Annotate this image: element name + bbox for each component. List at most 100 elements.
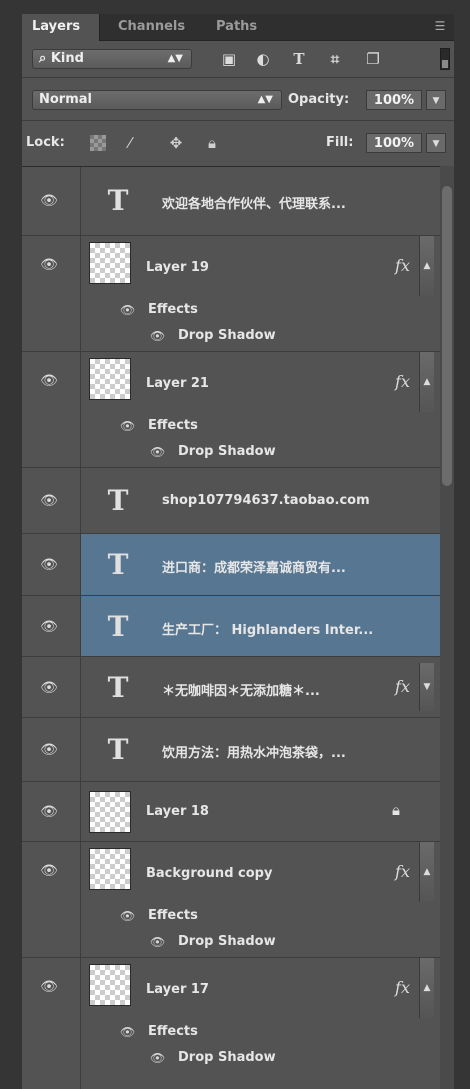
eye-icon[interactable]: 👁︎ xyxy=(120,304,138,316)
eye-icon[interactable]: 👁︎ xyxy=(39,374,59,388)
fx-icon[interactable]: fx xyxy=(395,978,410,997)
expand-effects-button[interactable]: ▼ xyxy=(419,663,434,711)
eye-icon[interactable]: 👁︎ xyxy=(39,805,59,819)
layer-name[interactable]: 进口商：成都荣泽嘉诚商贸有... xyxy=(162,557,346,576)
lock-position-icon[interactable]: ✥ xyxy=(166,133,186,153)
layer-filter-row: ⌕ Kind ▲▼ ▣ ◐ T ⌗ ❐ xyxy=(22,41,454,77)
eye-icon[interactable]: 👁︎ xyxy=(120,420,138,432)
adjustment-filter-icon[interactable]: ◐ xyxy=(252,50,274,68)
effects-label: Effects xyxy=(148,302,198,317)
layers-scrollbar[interactable] xyxy=(440,166,454,1089)
layer-name[interactable]: 饮用方法：用热水冲泡茶袋，... xyxy=(162,742,346,761)
text-layer-icon: T xyxy=(107,484,129,517)
layer-thumbnail xyxy=(89,358,131,400)
filter-kind-select[interactable]: ⌕ Kind ▲▼ xyxy=(32,49,192,69)
layer-name[interactable]: ＊无咖啡因＊无添加糖＊... xyxy=(162,680,320,699)
layer-thumbnail xyxy=(89,848,131,890)
visibility-cell: 👁︎ xyxy=(22,782,81,841)
layers-list: 👁︎ T 欢迎各地合作伙伴、代理联系... 👁︎ Layer 19 fx ▲ 👁… xyxy=(22,166,454,1089)
tab-channels[interactable]: Channels xyxy=(108,14,195,40)
eye-icon[interactable]: 👁︎ xyxy=(150,330,168,342)
fx-icon[interactable]: fx xyxy=(395,677,410,696)
text-layer-icon: T xyxy=(107,548,129,581)
layer-name[interactable]: shop107794637.taobao.com xyxy=(162,493,370,508)
eye-icon[interactable]: 👁︎ xyxy=(39,494,59,508)
eye-icon[interactable]: 👁︎ xyxy=(150,446,168,458)
layer-name[interactable]: Layer 19 xyxy=(146,260,209,275)
text-layer-icon: T xyxy=(107,733,129,766)
eye-icon[interactable]: 👁︎ xyxy=(150,936,168,948)
eye-icon[interactable]: 👁︎ xyxy=(150,1052,168,1064)
effect-name[interactable]: Drop Shadow xyxy=(178,444,276,459)
opacity-dropdown-button[interactable]: ▼ xyxy=(426,90,446,110)
layer-row[interactable]: 👁︎ T shop107794637.taobao.com xyxy=(22,468,440,534)
layer-name[interactable]: Layer 21 xyxy=(146,376,209,391)
tab-layers[interactable]: Layers xyxy=(22,14,100,41)
layer-row[interactable]: 👁︎ T 饮用方法：用热水冲泡茶袋，... xyxy=(22,718,440,782)
image-filter-icon[interactable]: ▣ xyxy=(218,50,240,68)
lock-image-pixels-icon[interactable]: ⁄ xyxy=(120,133,140,153)
lock-all-icon[interactable]: 🔒︎ xyxy=(202,133,222,153)
fx-icon[interactable]: fx xyxy=(395,372,410,391)
eye-icon[interactable]: 👁︎ xyxy=(120,1026,138,1038)
fill-label: Fill: xyxy=(326,135,354,150)
eye-icon[interactable]: 👁︎ xyxy=(39,980,59,994)
eye-icon[interactable]: 👁︎ xyxy=(39,194,59,208)
layer-row-selected[interactable]: 👁︎ T 生产工厂： Highlanders Inter... xyxy=(22,596,440,657)
blend-mode-value: Normal xyxy=(39,92,92,107)
layer-row[interactable]: 👁︎ T 欢迎各地合作伙伴、代理联系... xyxy=(22,167,440,236)
eye-icon[interactable]: 👁︎ xyxy=(120,910,138,922)
effect-name[interactable]: Drop Shadow xyxy=(178,328,276,343)
eye-icon[interactable]: 👁︎ xyxy=(39,681,59,695)
eye-icon[interactable]: 👁︎ xyxy=(39,743,59,757)
lock-label: Lock: xyxy=(26,135,65,150)
lock-icon: 🔒︎ xyxy=(392,801,400,819)
filter-kind-label: Kind xyxy=(50,51,84,66)
collapse-effects-button[interactable]: ▲ xyxy=(419,236,434,296)
eye-icon[interactable]: 👁︎ xyxy=(39,620,59,634)
effects-label: Effects xyxy=(148,1024,198,1039)
layer-name[interactable]: 生产工厂： Highlanders Inter... xyxy=(162,619,373,638)
opacity-input[interactable]: 100% xyxy=(366,90,422,110)
layer-row[interactable]: 👁︎ Layer 18 🔒︎ xyxy=(22,782,440,842)
layer-name[interactable]: Layer 18 xyxy=(146,804,209,819)
layer-row[interactable]: 👁︎ T ＊无咖啡因＊无添加糖＊... fx ▼ xyxy=(22,657,440,718)
visibility-cell: 👁︎ xyxy=(22,534,81,595)
layer-row[interactable]: 👁︎ Layer 19 fx ▲ 👁︎ Effects 👁︎ Drop Shad… xyxy=(22,236,440,352)
fx-icon[interactable]: fx xyxy=(395,256,410,275)
lock-transparent-pixels-icon[interactable] xyxy=(90,135,106,151)
tab-paths[interactable]: Paths xyxy=(206,14,267,40)
opacity-label: Opacity: xyxy=(288,92,350,107)
layer-row[interactable]: 👁︎ Layer 17 fx ▲ 👁︎ Effects 👁︎ Drop Shad… xyxy=(22,958,440,1089)
layer-row[interactable]: 👁︎ Background copy fx ▲ 👁︎ Effects 👁︎ Dr… xyxy=(22,842,440,958)
eye-icon[interactable]: 👁︎ xyxy=(39,558,59,572)
blend-mode-select[interactable]: Normal ▲▼ xyxy=(32,90,282,110)
collapse-effects-button[interactable]: ▲ xyxy=(419,842,434,902)
layer-name[interactable]: Layer 17 xyxy=(146,982,209,997)
collapse-effects-button[interactable]: ▲ xyxy=(419,958,434,1018)
layer-name[interactable]: Background copy xyxy=(146,866,272,881)
layer-row[interactable]: 👁︎ Layer 21 fx ▲ 👁︎ Effects 👁︎ Drop Shad… xyxy=(22,352,440,468)
fx-icon[interactable]: fx xyxy=(395,862,410,881)
effect-name[interactable]: Drop Shadow xyxy=(178,934,276,949)
filter-toggle-switch[interactable] xyxy=(440,48,450,70)
layer-name[interactable]: 欢迎各地合作伙伴、代理联系... xyxy=(162,193,346,212)
eye-icon[interactable]: 👁︎ xyxy=(39,258,59,272)
fill-input[interactable]: 100% xyxy=(366,133,422,153)
visibility-cell: 👁︎ xyxy=(22,596,81,656)
smart-object-filter-icon[interactable]: ❐ xyxy=(362,50,384,68)
layers-panel: Layers Channels Paths ☰ ⌕ Kind ▲▼ ▣ ◐ T … xyxy=(22,14,454,1089)
visibility-cell: 👁︎ xyxy=(22,167,81,235)
shape-filter-icon[interactable]: ⌗ xyxy=(324,50,346,68)
effect-name[interactable]: Drop Shadow xyxy=(178,1050,276,1065)
collapse-effects-button[interactable]: ▲ xyxy=(419,352,434,412)
eye-icon[interactable]: 👁︎ xyxy=(39,864,59,878)
panel-menu-icon[interactable]: ☰ xyxy=(432,19,448,33)
effects-label: Effects xyxy=(148,908,198,923)
fill-dropdown-button[interactable]: ▼ xyxy=(426,133,446,153)
scrollbar-thumb[interactable] xyxy=(442,186,452,486)
visibility-cell: 👁︎ xyxy=(22,236,81,351)
type-filter-icon[interactable]: T xyxy=(288,50,310,68)
select-arrows-icon: ▲▼ xyxy=(257,94,273,105)
layer-row-selected[interactable]: 👁︎ T 进口商：成都荣泽嘉诚商贸有... xyxy=(22,534,440,596)
